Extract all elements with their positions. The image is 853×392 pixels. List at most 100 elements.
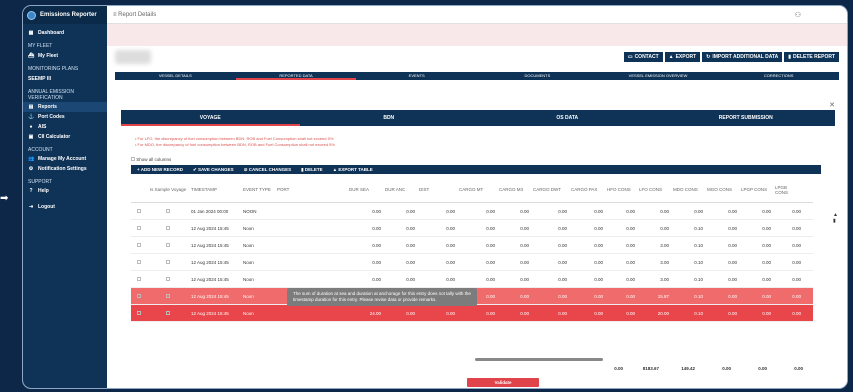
sidebar-item-manage-account[interactable]: 👥 Manage My Account bbox=[23, 154, 107, 164]
tab-events[interactable]: EVENTS bbox=[356, 72, 477, 80]
delete-button[interactable]: ▮ DELETE bbox=[301, 167, 323, 173]
horizontal-scrollbar[interactable] bbox=[475, 358, 603, 361]
cell-value[interactable]: 0.00 bbox=[739, 243, 773, 248]
sidebar-item-reports[interactable]: ▤ Reports bbox=[23, 102, 107, 112]
cell-value[interactable]: 0.00 bbox=[569, 294, 605, 299]
cell-value[interactable]: 3.00 bbox=[637, 243, 671, 248]
cell-value[interactable]: 0.00 bbox=[671, 209, 705, 214]
cell-dur-anc[interactable]: 0.00 bbox=[383, 226, 417, 231]
cell-dur-anc[interactable]: 0.00 bbox=[383, 243, 417, 248]
cell-value[interactable]: 0.00 bbox=[605, 226, 637, 231]
sidebar-item-port-codes[interactable]: ⚓ Port Codes bbox=[23, 112, 107, 122]
cell-value[interactable]: 0.00 bbox=[605, 260, 637, 265]
row-checkbox[interactable] bbox=[137, 276, 141, 281]
cell-dur-sea[interactable]: 0.00 bbox=[347, 243, 383, 248]
col-timestamp[interactable]: TIMESTAMP bbox=[189, 187, 241, 192]
checkbox-icon[interactable] bbox=[131, 157, 135, 161]
cell-value[interactable]: 0.00 bbox=[497, 243, 531, 248]
cell-value[interactable]: 0.00 bbox=[705, 311, 739, 316]
cell-event-type[interactable]: Noon bbox=[241, 311, 275, 316]
sample-voyage-checkbox[interactable] bbox=[166, 276, 170, 281]
sample-voyage-checkbox[interactable] bbox=[166, 225, 170, 230]
table-row[interactable]: 12 Aug 2024 15:45 Noon 0.00 0.00 0.00 0.00 0.0… bbox=[131, 220, 813, 237]
export-table-button[interactable]: ▲ EXPORT TABLE bbox=[333, 167, 373, 172]
row-checkbox[interactable] bbox=[137, 208, 141, 213]
close-icon[interactable]: ✕ bbox=[829, 101, 835, 109]
add-new-record-button[interactable]: + ADD NEW RECORD bbox=[137, 167, 183, 172]
cell-value[interactable]: 20.00 bbox=[637, 311, 671, 316]
sample-voyage-checkbox[interactable] bbox=[166, 208, 170, 213]
cell-value[interactable]: 0.00 bbox=[457, 226, 497, 231]
cell-value[interactable]: 0.00 bbox=[773, 209, 803, 214]
table-row[interactable]: 12 Aug 2024 15:45 Noon 0.00 0.00 0.00 0.00 0.0… bbox=[131, 237, 813, 254]
cell-value[interactable]: 0.00 bbox=[497, 209, 531, 214]
row-checkbox[interactable] bbox=[137, 259, 141, 264]
cell-value[interactable]: 15.87 bbox=[637, 294, 671, 299]
cell-dist[interactable]: 0.00 bbox=[417, 311, 457, 316]
cell-value[interactable]: 0.00 bbox=[739, 260, 773, 265]
table-row[interactable]: 12 Aug 2024 15:45 Noon 0.00 0.00 0.00 0.00 0.0… bbox=[131, 271, 813, 288]
sidebar-item-my-fleet[interactable]: ⛴ My Fleet bbox=[23, 50, 107, 61]
col-mdo-cons[interactable]: MDO CONS bbox=[671, 187, 705, 192]
cell-event-type[interactable]: Noon bbox=[241, 294, 275, 299]
cell-value[interactable]: 0.00 bbox=[497, 226, 531, 231]
cell-dur-sea[interactable]: 0.00 bbox=[347, 226, 383, 231]
cell-event-type[interactable]: Noon bbox=[241, 243, 275, 248]
col-dur-sea[interactable]: DUR SEA bbox=[347, 187, 383, 192]
cell-value[interactable]: 0.00 bbox=[457, 277, 497, 282]
col-port[interactable]: PORT bbox=[275, 187, 325, 192]
col-cargo-m3[interactable]: CARGO M3 bbox=[497, 187, 531, 192]
col-cargo-pax[interactable]: CARGO PAX bbox=[569, 187, 605, 192]
sidebar-item-help[interactable]: ? Help bbox=[23, 186, 107, 196]
sample-voyage-checkbox[interactable] bbox=[166, 293, 170, 298]
col-hfo-cons[interactable]: HFO CONS bbox=[605, 187, 637, 192]
validate-button[interactable]: Validate bbox=[467, 378, 539, 387]
cell-dur-anc[interactable]: 0.00 bbox=[383, 277, 417, 282]
cell-value[interactable]: 0.00 bbox=[739, 209, 773, 214]
cell-value[interactable]: 0.10 bbox=[671, 294, 705, 299]
tab-os-data[interactable]: OS DATA bbox=[478, 110, 657, 126]
cell-value[interactable]: 0.00 bbox=[637, 209, 671, 214]
table-row[interactable]: 12 Aug 2024 15:45 Noon 24.00 0.00 0.00 0.00 0.… bbox=[131, 305, 813, 322]
cell-value[interactable]: 0.10 bbox=[671, 277, 705, 282]
sidebar-item-cii-calculator[interactable]: ▣ CII Calculator bbox=[23, 132, 107, 142]
tab-documents[interactable]: DOCUMENTS bbox=[477, 72, 598, 80]
cell-dist[interactable]: 0.00 bbox=[417, 277, 457, 282]
cell-event-type[interactable]: Noon bbox=[241, 277, 275, 282]
cell-value[interactable]: 0.00 bbox=[773, 311, 803, 316]
cell-value[interactable]: 0.00 bbox=[457, 311, 497, 316]
col-is-sample-voyage[interactable]: Is Sample Voyage bbox=[147, 187, 189, 192]
cell-value[interactable]: 0.00 bbox=[705, 243, 739, 248]
cell-value[interactable]: 0.00 bbox=[569, 260, 605, 265]
cell-value[interactable]: 0.10 bbox=[671, 226, 705, 231]
tab-report-submission[interactable]: REPORT SUBMISSION bbox=[657, 110, 836, 126]
cell-value[interactable]: 0.00 bbox=[457, 209, 497, 214]
table-row[interactable]: 12 Aug 2024 15:45 Noon 0.00 0.00 0.00 0.00 0.0… bbox=[131, 254, 813, 271]
sidebar-item-ais[interactable]: ● AIS bbox=[23, 122, 107, 132]
cell-value[interactable]: 0.00 bbox=[739, 277, 773, 282]
cell-value[interactable]: 0.00 bbox=[605, 277, 637, 282]
tab-vessel-emission-overview[interactable]: VESSEL EMISSION OVERVIEW bbox=[598, 72, 719, 80]
cell-value[interactable]: 0.00 bbox=[739, 311, 773, 316]
cell-dur-sea[interactable]: 24.00 bbox=[347, 311, 383, 316]
tab-reported-data[interactable]: REPORTED DATA bbox=[235, 72, 357, 80]
row-checkbox[interactable] bbox=[137, 242, 141, 247]
cell-value[interactable]: 0.00 bbox=[773, 260, 803, 265]
cell-timestamp[interactable]: 12 Aug 2024 15:45 bbox=[189, 311, 241, 316]
cell-value[interactable]: 0.00 bbox=[497, 311, 531, 316]
cell-value[interactable]: 0.00 bbox=[497, 294, 531, 299]
cell-dur-sea[interactable]: 0.00 bbox=[347, 209, 383, 214]
sidebar-item-seemp[interactable]: SEEMP III bbox=[23, 73, 107, 84]
cell-timestamp[interactable]: 12 Aug 2024 15:45 bbox=[189, 226, 241, 231]
col-dur-anc[interactable]: DUR ANC bbox=[383, 187, 417, 192]
cell-value[interactable]: 0.00 bbox=[569, 243, 605, 248]
col-event-type[interactable]: EVENT TYPE bbox=[241, 187, 275, 192]
cell-value[interactable]: 0.00 bbox=[605, 294, 637, 299]
cell-dur-anc[interactable]: 0.00 bbox=[383, 260, 417, 265]
import-additional-data-button[interactable]: ↻ IMPORT ADDITIONAL DATA bbox=[702, 52, 783, 62]
cell-value[interactable]: 0.00 bbox=[531, 260, 569, 265]
cell-value[interactable]: 0.00 bbox=[531, 294, 569, 299]
cell-value[interactable]: 0.00 bbox=[637, 226, 671, 231]
col-dist[interactable]: DIST bbox=[417, 187, 457, 192]
cell-value[interactable]: 0.00 bbox=[497, 277, 531, 282]
